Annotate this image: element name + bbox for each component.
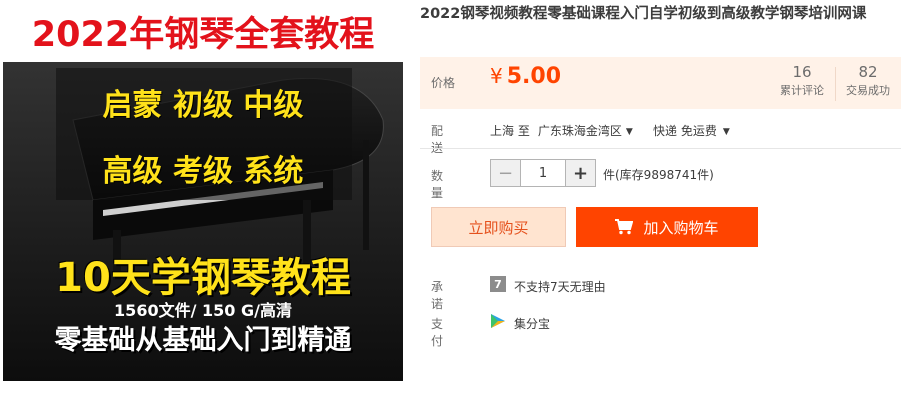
image-levels-row-1: 启蒙 初级 中级	[102, 88, 304, 123]
deals-count: 82	[858, 63, 878, 81]
price-value: ¥5.00	[490, 64, 561, 89]
shipping-label: 配送	[431, 124, 444, 155]
add-to-cart-label: 加入购物车	[643, 218, 719, 237]
reviews-count: 16	[792, 63, 812, 81]
image-bottom-slogan: 零基础从基础入门到精通	[54, 325, 352, 356]
caret-down-icon: ▼	[625, 127, 633, 137]
shipping-route: 上海 至广东珠海金湾区 ▼	[490, 122, 633, 139]
image-title: 2022年钢琴全套教程	[31, 14, 375, 55]
product-main-image[interactable]: 2022年钢琴全套教程 启蒙 初级 中级 高级 考级 系统 10天学钢琴教程 1…	[3, 0, 403, 381]
currency-symbol: ¥	[490, 64, 503, 88]
add-to-cart-button[interactable]: 加入购物车	[576, 207, 758, 247]
reviews-stat[interactable]: 16 累计评论	[774, 63, 830, 100]
deals-stat: 82 交易成功	[840, 63, 896, 100]
shipping-destination-select[interactable]: 广东珠海金湾区 ▼	[538, 124, 633, 138]
shipping-destination: 广东珠海金湾区	[537, 124, 622, 138]
shopping-cart-icon	[615, 219, 634, 235]
image-title-band: 2022年钢琴全套教程	[3, 0, 403, 62]
price-label: 价格	[431, 76, 456, 90]
stock-info: 件(库存9898741件)	[603, 168, 714, 182]
quantity-label: 数量	[431, 169, 444, 200]
buy-now-button[interactable]: 立即购买	[431, 207, 566, 247]
quantity-stepper: − +	[490, 159, 596, 187]
jifenbao-icon	[491, 314, 505, 328]
section-divider	[420, 148, 901, 149]
price-panel: 价格 ¥5.00 16 累计评论 82 交易成功	[420, 57, 901, 109]
shipping-origin: 上海 至	[490, 124, 530, 138]
deals-label: 交易成功	[846, 84, 890, 97]
shipping-method: 快递 免运费	[653, 124, 717, 138]
image-levels-row-2: 高级 考级 系统	[102, 154, 304, 189]
stat-divider	[835, 67, 836, 101]
payment-label: 支付	[431, 317, 444, 348]
quantity-increase-button[interactable]: +	[566, 160, 595, 186]
caret-down-icon: ▼	[722, 127, 730, 137]
seven-day-badge-icon: 7	[490, 276, 506, 292]
reviews-label: 累计评论	[780, 84, 824, 97]
price-amount: 5.00	[506, 64, 562, 89]
quantity-decrease-button[interactable]: −	[491, 160, 520, 186]
image-headline: 10天学钢琴教程	[55, 255, 351, 301]
promise-text[interactable]: 不支持7天无理由	[514, 278, 606, 295]
shipping-method-select[interactable]: 快递 免运费 ▼	[653, 122, 730, 139]
promise-label: 承诺	[431, 280, 444, 311]
product-title: 2022钢琴视频教程零基础课程入门自学初级到高级教学钢琴培训网课	[420, 6, 867, 22]
quantity-input[interactable]	[520, 160, 566, 186]
payment-method[interactable]: 集分宝	[514, 315, 550, 332]
